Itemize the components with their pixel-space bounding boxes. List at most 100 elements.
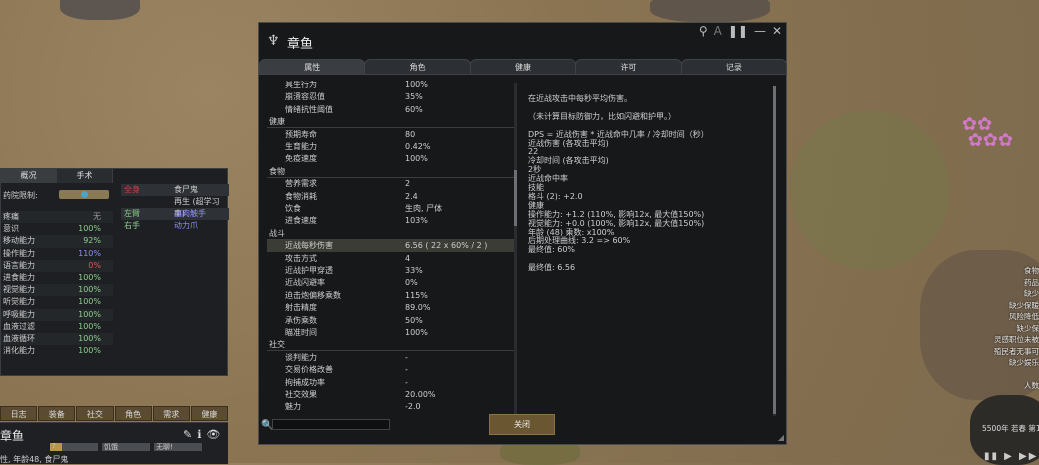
stat-row[interactable]: 食物消耗 2.4 xyxy=(267,191,514,203)
stat-row[interactable]: 拘捕成功率 - xyxy=(267,377,514,389)
stat-row[interactable]: 饮食 生肉, 尸体 xyxy=(267,203,514,215)
cap-value: 0% xyxy=(88,260,101,270)
dialog-title: 章鱼 xyxy=(287,37,314,52)
flower-plants: ✿✿ ✿✿✿ xyxy=(962,114,1013,151)
cap-name: 意识 xyxy=(3,224,19,234)
stat-row[interactable]: 近战护甲穿透 33% xyxy=(267,265,514,277)
stat-row[interactable]: 崩溃容忍值 35% xyxy=(267,91,514,103)
hediff-row[interactable]: 全身 食尸鬼 xyxy=(121,184,229,196)
alert-item[interactable]: 缺少 xyxy=(959,288,1039,300)
stat-row[interactable]: 具生行为 100% xyxy=(267,81,514,91)
alert-item[interactable] xyxy=(959,369,1039,381)
description-line: 最终值: 60% xyxy=(528,245,576,255)
stat-row[interactable]: 迫击炮偏移乘数 115% xyxy=(267,290,514,302)
alert-item[interactable]: 食物 xyxy=(959,265,1039,277)
close-icon[interactable]: ✕ xyxy=(772,24,782,38)
stat-row[interactable]: 魅力 -2.0 xyxy=(267,401,514,413)
tab-gear[interactable]: 装备 xyxy=(38,406,76,421)
stat-row[interactable]: 社交效果 20.00% xyxy=(267,389,514,401)
stats-scrollbar[interactable] xyxy=(514,83,517,417)
stat-value: 50% xyxy=(405,315,423,325)
scroll-thumb[interactable] xyxy=(514,170,517,226)
cap-value: 100% xyxy=(78,297,101,307)
stat-label: 预期寿命 xyxy=(285,129,317,139)
stat-row[interactable]: 进食速度 103% xyxy=(267,215,514,227)
cap-name: 血液过滤 xyxy=(3,321,35,331)
stat-label: 谈判能力 xyxy=(285,352,317,362)
alert-item[interactable]: 药品 xyxy=(959,277,1039,289)
cap-value: 100% xyxy=(78,224,101,234)
stat-label: 拘捕成功率 xyxy=(285,377,325,387)
description-scrollbar[interactable] xyxy=(773,86,776,416)
stat-row[interactable]: 营养需求 2 xyxy=(267,178,514,190)
stat-row[interactable]: 交易价格改善 - xyxy=(267,364,514,376)
stat-row[interactable]: 近战每秒伤害 6.56 ( 22 x 60% / 2 ) xyxy=(267,240,514,253)
stat-value: - xyxy=(405,352,408,362)
hediff-row[interactable]: 再生 (超学习率) xyxy=(121,196,229,218)
stat-row[interactable]: 生育能力 0.42% xyxy=(267,141,514,153)
alert-item[interactable]: 殖民者无事可 xyxy=(959,346,1039,358)
tab-log[interactable]: 日志 xyxy=(0,406,38,421)
speed-controls[interactable]: ▮▮ ▶ ▶▶ xyxy=(984,451,1038,462)
date-readout: 5500年 若春 第1 xyxy=(982,424,1039,433)
tab-stats[interactable]: 属性 xyxy=(259,59,366,75)
need-bar: ? xyxy=(50,442,98,451)
search-input[interactable] xyxy=(272,419,390,430)
pawn-info-panel: 章鱼 ✎ ℹ 👁 ? 饥饿 无聊! 性, 年龄48, 食尸鬼 xyxy=(0,422,228,464)
capacity-row: 血液循环 100% xyxy=(1,332,113,346)
hediff-row[interactable]: 右手 动力爪 xyxy=(121,220,229,232)
alert-item[interactable]: 风险降低 xyxy=(959,311,1039,323)
minimize-icon[interactable]: — xyxy=(754,24,766,38)
stat-row[interactable]: 近战闪避率 0% xyxy=(267,277,514,289)
tab-social[interactable]: 社交 xyxy=(76,406,114,421)
stat-value: 115% xyxy=(405,290,428,300)
stat-row[interactable]: 谈判能力 - xyxy=(267,352,514,364)
alert-item[interactable]: 缺少娱乐 xyxy=(959,357,1039,369)
description-line: 在近战攻击中每秒平均伤害。 xyxy=(528,94,632,103)
tab-needs[interactable]: 需求 xyxy=(152,406,190,421)
capacity-row: 意识 100% xyxy=(1,223,113,235)
stat-label: 进食速度 xyxy=(285,216,317,226)
stat-row[interactable]: 攻击方式 4 xyxy=(267,253,514,265)
cap-value: 100% xyxy=(78,285,101,295)
eye-icon[interactable]: 👁 xyxy=(206,428,220,441)
stat-value: - xyxy=(405,377,408,387)
resize-handle-icon[interactable]: ◢ xyxy=(778,433,784,442)
alert-item[interactable]: 人数 xyxy=(959,380,1039,392)
cap-value: 110% xyxy=(78,248,101,258)
stat-row[interactable]: 射击精度 89.0% xyxy=(267,302,514,314)
tab-character[interactable]: 角色 xyxy=(114,406,152,421)
tab-permissions[interactable]: 许可 xyxy=(575,59,682,75)
stats-list: 具生行为 100% 崩溃容忍值 35% 情绪抗性阈值 60% 健康 预期寿命 80 生育能力 0.4… xyxy=(267,81,514,417)
stat-row[interactable]: 情绪抗性阈值 60% xyxy=(267,104,514,116)
stat-value: 33% xyxy=(405,266,423,275)
capacity-row: 语言能力 0% xyxy=(1,259,113,272)
stat-value: 100% xyxy=(405,328,428,337)
tab-health[interactable]: 健康 xyxy=(190,406,229,421)
rename-icon[interactable]: ✎ xyxy=(183,428,192,441)
stat-row[interactable]: 瞄准时间 100% xyxy=(267,327,514,339)
tab-health[interactable]: 健康 xyxy=(469,59,577,75)
tab-surgery[interactable]: 手术 xyxy=(57,169,113,183)
body-part: 右手 xyxy=(124,221,140,230)
alert-item[interactable]: 缺少保 xyxy=(959,323,1039,335)
scroll-thumb[interactable] xyxy=(773,86,776,414)
stat-row[interactable]: 承伤乘数 50% xyxy=(267,315,514,327)
medicine-limit-toggle[interactable] xyxy=(59,190,109,199)
stat-value: 80 xyxy=(405,129,416,139)
alert-item[interactable]: 缺少保暖 xyxy=(959,300,1039,312)
info-icon[interactable]: ℹ xyxy=(197,428,201,441)
stat-row[interactable]: 预期寿命 80 xyxy=(267,129,514,141)
close-button[interactable]: 关闭 xyxy=(489,414,555,435)
pause-icon[interactable]: ❚❚ xyxy=(728,24,748,38)
search-icon[interactable]: ⚲ xyxy=(699,24,708,38)
hediff-row[interactable]: 左臂 血肉触手 xyxy=(121,208,229,220)
need-bar: 无聊! xyxy=(154,443,202,451)
tab-overview[interactable]: 概况 xyxy=(1,169,57,183)
alert-item[interactable]: 灵感职位未被 xyxy=(959,334,1039,346)
tab-records[interactable]: 记录 xyxy=(680,59,788,75)
stat-row[interactable]: 免疫速度 100% xyxy=(267,153,514,165)
need-label: ? xyxy=(52,442,56,450)
tab-character[interactable]: 角色 xyxy=(364,59,471,75)
font-size-icon[interactable]: A xyxy=(714,24,722,38)
